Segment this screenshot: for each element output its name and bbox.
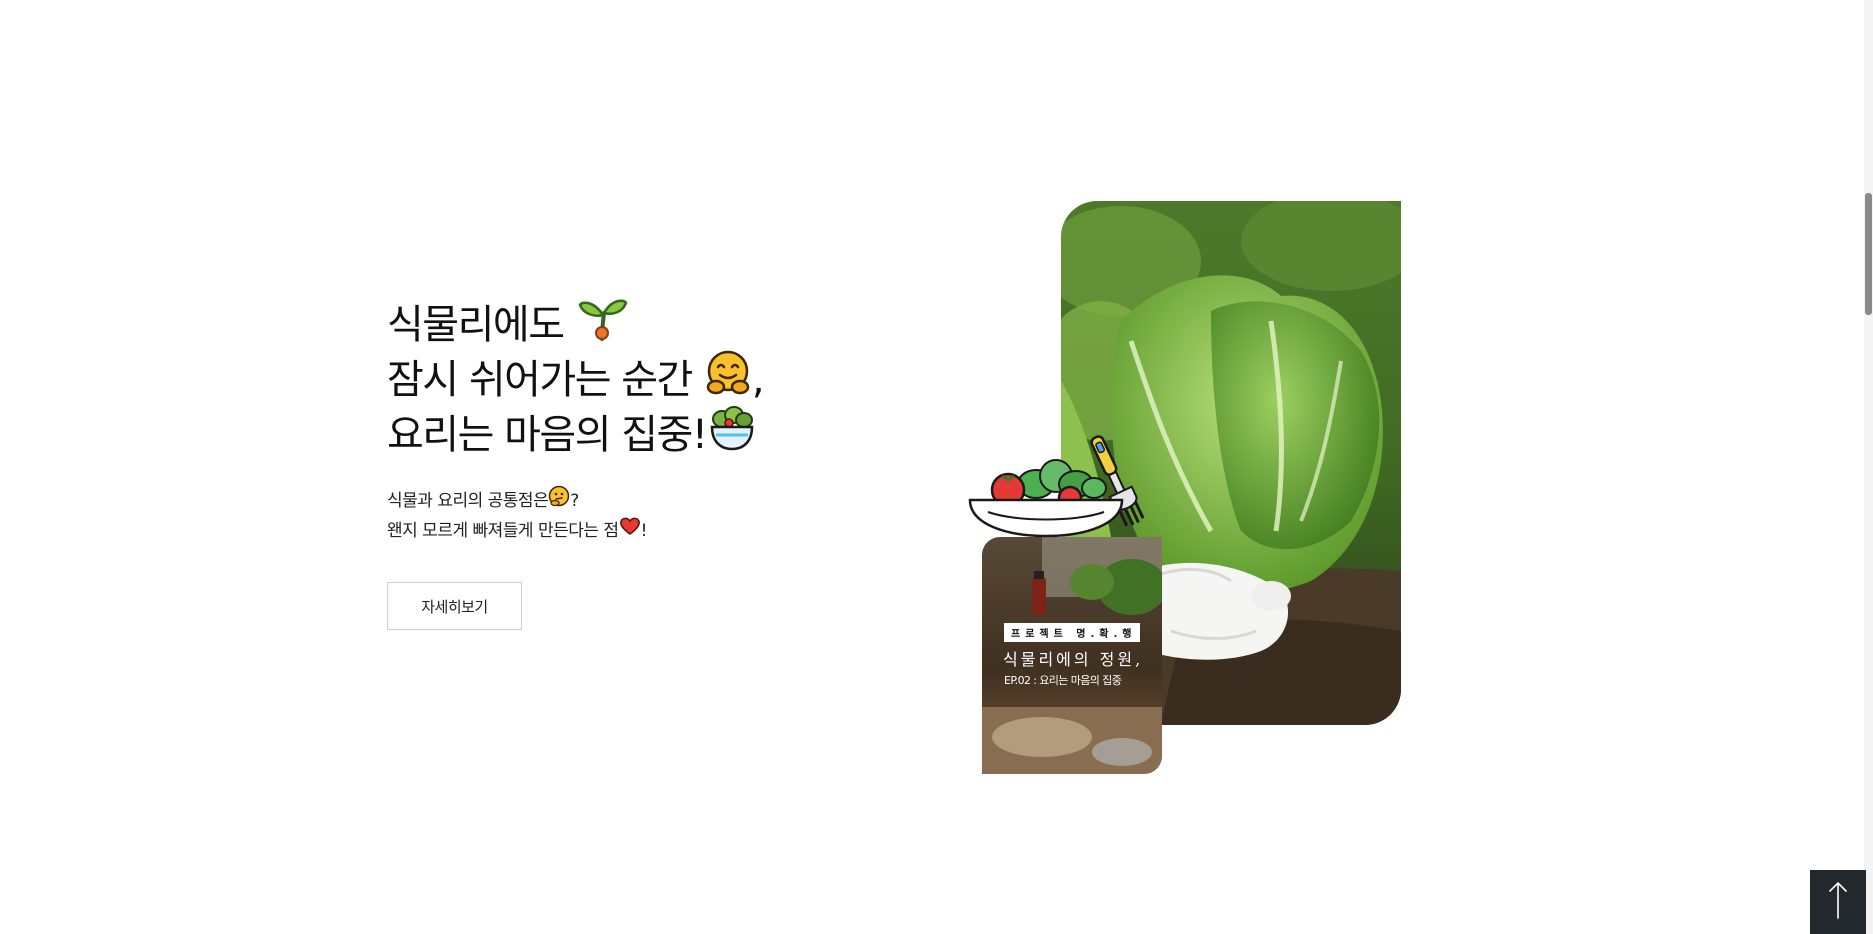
headline-line-1: 식물리에도 xyxy=(387,298,763,353)
card-subtitle: EP.02 : 요리는 마음의 집중 xyxy=(1004,674,1122,687)
sprout-icon xyxy=(578,295,628,356)
card-title: 식물리에의 정원, xyxy=(1003,650,1144,669)
headline-line-2-suffix: , xyxy=(751,357,765,403)
description-line-2-suffix: ! xyxy=(640,521,648,541)
headline-line-3: 요리는 마음의 집중! xyxy=(387,405,763,466)
description-line-2: 왠지 모르게 빠져들게 만든다는 점 ! xyxy=(387,516,647,546)
headline-line-2: 잠시 쉬어가는 순간 , xyxy=(387,350,765,408)
view-more-button[interactable]: 자세히보기 xyxy=(387,582,522,630)
headline-line-3-text: 요리는 마음의 집중! xyxy=(387,412,708,458)
heart-icon xyxy=(619,516,641,546)
section-description: 식물과 요리의 공통점은 ? 왠지 모르게 빠져들게 만든다는 점 ! xyxy=(387,485,647,546)
description-line-1-suffix: ? xyxy=(570,491,579,511)
page: 식물리에도 잠시 쉬어가는 순간 , 요리는 마음의 집중! 식물과 요리의 공… xyxy=(0,0,1873,934)
card-tag: 프로젝트 명.확.행 xyxy=(1004,623,1141,642)
headline-line-1-text: 식물리에도 xyxy=(387,302,565,348)
description-line-1-text: 식물과 요리의 공통점은 xyxy=(387,491,549,511)
hugging-face-icon xyxy=(704,349,752,412)
thinking-face-icon xyxy=(548,485,570,517)
headline-line-2-text: 잠시 쉬어가는 순간 xyxy=(387,357,693,403)
section-headline: 식물리에도 잠시 쉬어가는 순간 , 요리는 마음의 집중! xyxy=(387,298,765,466)
episode-card[interactable]: 프로젝트 명.확.행 식물리에의 정원, EP.02 : 요리는 마음의 집중 xyxy=(982,537,1162,774)
arrow-up-icon xyxy=(1826,880,1850,924)
page-scrollbar[interactable] xyxy=(1864,0,1873,934)
description-line-2-text: 왠지 모르게 빠져들게 만든다는 점 xyxy=(387,521,619,541)
scroll-to-top-button[interactable] xyxy=(1810,870,1866,934)
description-line-1: 식물과 요리의 공통점은 ? xyxy=(387,485,647,517)
scrollbar-thumb[interactable] xyxy=(1865,193,1872,315)
green-salad-icon xyxy=(708,405,756,466)
salad-bowl-illustration xyxy=(966,432,1146,546)
